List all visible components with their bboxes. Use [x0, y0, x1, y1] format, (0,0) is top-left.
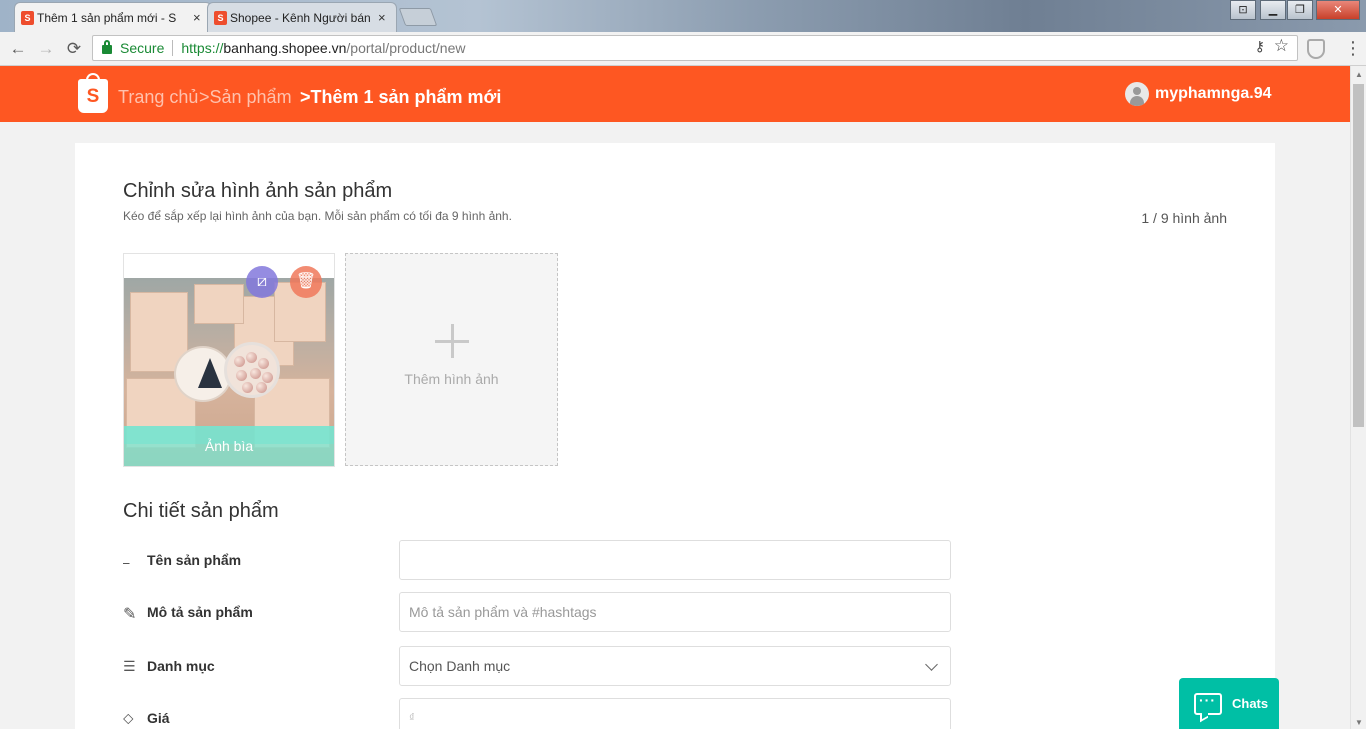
tab-seller-channel[interactable]: S Shopee - Kênh Người bán × — [207, 2, 397, 32]
product-form-card: Chỉnh sửa hình ảnh sản phẩm Kéo để sắp x… — [75, 143, 1275, 729]
chat-bubble-icon — [1194, 692, 1222, 715]
url-host: banhang.shopee.vn — [223, 40, 347, 56]
tab-add-product[interactable]: S Thêm 1 sản phẩm mới - S × — [14, 2, 212, 32]
add-image-button[interactable]: Thêm hình ảnh — [345, 253, 558, 466]
new-tab-button[interactable] — [398, 8, 438, 26]
product-description-label: Mô tả sản phẩm — [147, 604, 253, 620]
maximize-button[interactable]: ❐ — [1287, 0, 1313, 20]
category-select-value: Chọn Danh mục — [409, 658, 511, 674]
breadcrumb-current: >Thêm 1 sản phẩm mới — [300, 87, 502, 107]
url-protocol: https:// — [181, 40, 224, 56]
user-profile-button[interactable]: ⊡ — [1230, 0, 1256, 20]
breadcrumb-products[interactable]: >Sản phẩm — [199, 87, 292, 108]
reload-button[interactable]: ⟳ — [62, 37, 86, 61]
omnibox-divider — [172, 40, 174, 56]
chat-button[interactable]: Chats — [1179, 678, 1279, 729]
details-section-title: Chi tiết sản phẩm — [123, 500, 279, 522]
scrollbar-thumb[interactable] — [1353, 84, 1364, 427]
tab-close-icon[interactable]: × — [193, 10, 201, 25]
user-menu[interactable]: myphamnga.94 — [1125, 82, 1271, 106]
list-icon: ☰ — [123, 658, 136, 674]
tag-icon: ⬦ — [123, 710, 134, 727]
name-icon: ⎯ — [123, 555, 130, 570]
forward-button[interactable]: → — [34, 37, 58, 61]
breadcrumb-home[interactable]: Trang chủ — [118, 87, 198, 108]
chevron-down-icon — [925, 658, 938, 671]
shopee-favicon-icon: S — [21, 11, 34, 25]
page-scrollbar[interactable]: ▲ ▼ — [1350, 66, 1366, 729]
key-icon[interactable]: ⚷ — [1255, 38, 1265, 55]
avatar-icon — [1125, 82, 1149, 106]
shield-extension-icon[interactable] — [1307, 39, 1325, 59]
tab-close-icon[interactable]: × — [378, 10, 386, 25]
product-image-thumbnail[interactable]: Ảnh bìa ⧄ 🗑 — [123, 253, 335, 467]
product-description-input[interactable]: Mô tả sản phẩm và #hashtags — [399, 592, 951, 632]
back-button[interactable]: ← — [6, 37, 30, 61]
address-bar[interactable]: Secure https://banhang.shopee.vn/portal/… — [92, 35, 1298, 61]
browser-toolbar: ← → ⟳ Secure https://banhang.shopee.vn/p… — [0, 32, 1366, 66]
browser-menu-icon[interactable]: ⋮ — [1344, 38, 1362, 58]
product-name-input[interactable] — [399, 540, 951, 580]
shopee-header: S Trang chủ >Sản phẩm >Thêm 1 sản phẩm m… — [0, 66, 1350, 122]
url-path: /portal/product/new — [346, 40, 466, 56]
cover-image-label: Ảnh bìa — [124, 426, 334, 466]
category-label: Danh mục — [147, 658, 215, 674]
chat-label: Chats — [1232, 696, 1269, 711]
delete-icon[interactable]: 🗑 — [290, 266, 322, 298]
image-count: 1 / 9 hình ảnh — [1141, 210, 1227, 226]
bookmark-star-icon[interactable]: ☆ — [1274, 36, 1289, 56]
scroll-up-arrow-icon[interactable]: ▲ — [1355, 70, 1363, 79]
add-image-label: Thêm hình ảnh — [404, 371, 499, 387]
scroll-down-arrow-icon[interactable]: ▼ — [1355, 718, 1363, 727]
shopee-favicon-icon: S — [214, 11, 227, 25]
pencil-icon: ✎ — [123, 606, 137, 623]
price-input[interactable]: ₫ — [399, 698, 951, 729]
plus-icon — [435, 324, 469, 358]
images-section-title: Chỉnh sửa hình ảnh sản phẩm — [123, 180, 393, 202]
close-window-button[interactable]: ✕ — [1316, 0, 1360, 20]
browser-titlebar: S Thêm 1 sản phẩm mới - S × S Shopee - K… — [0, 0, 1366, 32]
price-label: Giá — [147, 710, 170, 726]
crop-icon[interactable]: ⧄ — [246, 266, 278, 298]
username: myphamnga.94 — [1155, 85, 1272, 102]
tab-label: Thêm 1 sản phẩm mới - S — [37, 10, 177, 25]
lock-icon — [102, 40, 112, 54]
secure-label: Secure — [120, 40, 165, 56]
tab-label: Shopee - Kênh Người bán — [230, 10, 371, 25]
category-select[interactable]: Chọn Danh mục — [399, 646, 951, 686]
images-section-subtitle: Kéo để sắp xếp lại hình ảnh của bạn. Mỗi… — [123, 209, 512, 223]
shopee-logo-icon[interactable]: S — [78, 73, 108, 113]
minimize-button[interactable]: ▁ — [1260, 0, 1286, 20]
product-name-label: Tên sản phẩm — [147, 552, 242, 568]
